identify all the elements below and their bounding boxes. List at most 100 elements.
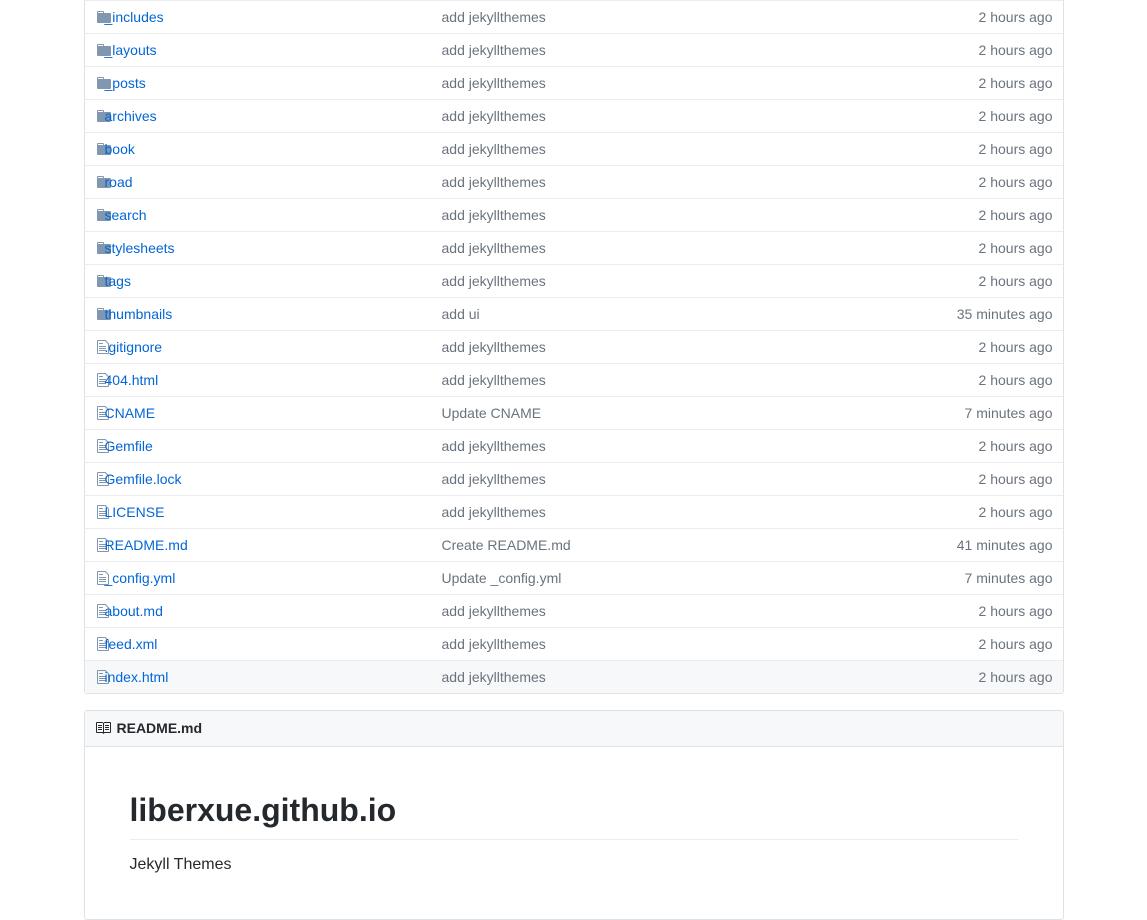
file-row: tags add jekyllthemes 2 hours ago [85,264,1063,297]
file-name-link[interactable]: search [105,207,147,223]
commit-message-link[interactable]: add jekyllthemes [442,9,546,25]
file-name-cell: stylesheets [102,234,282,262]
file-row: _config.yml Update _config.yml 7 minutes a… [85,561,1063,594]
commit-age: 2 hours ago [969,498,1063,526]
commit-message-cell: add jekyllthemes [282,333,969,361]
file-name-link[interactable]: 404.html [105,372,159,388]
file-name-cell: README.md [102,531,282,559]
file-name-cell: _config.yml [102,564,282,592]
file-name-link[interactable]: _config.yml [105,570,176,586]
commit-message-cell: add jekyllthemes [282,69,969,97]
commit-age: 2 hours ago [969,630,1063,658]
file-name-link[interactable]: README.md [105,537,188,553]
file-name-cell: about.md [102,597,282,625]
folder-icon [85,232,102,264]
file-icon [85,331,102,363]
commit-message-link[interactable]: add jekyllthemes [442,42,546,58]
file-row: README.md Create README.md 41 minutes ago [85,528,1063,561]
file-name-link[interactable]: archives [105,108,157,124]
commit-age: 7 minutes ago [955,564,1063,592]
commit-message-link[interactable]: add jekyllthemes [442,240,546,256]
commit-message-link[interactable]: add jekyllthemes [442,471,546,487]
file-name-link[interactable]: thumbnails [105,306,173,322]
file-name-link[interactable]: _posts [105,75,146,91]
commit-message-link[interactable]: add jekyllthemes [442,669,546,685]
folder-icon [85,34,102,66]
commit-message-link[interactable]: add jekyllthemes [442,372,546,388]
commit-message-link[interactable]: add jekyllthemes [442,603,546,619]
commit-message-link[interactable]: add ui [442,306,480,322]
file-name-link[interactable]: index.html [105,669,169,685]
commit-message-link[interactable]: add jekyllthemes [442,141,546,157]
commit-age: 2 hours ago [969,267,1063,295]
file-icon [85,430,102,462]
commit-message-link[interactable]: add jekyllthemes [442,174,546,190]
file-icon [85,595,102,627]
commit-message-link[interactable]: add jekyllthemes [442,504,546,520]
commit-message-link[interactable]: add jekyllthemes [442,207,546,223]
file-name-link[interactable]: _includes [105,9,164,25]
file-name-link[interactable]: stylesheets [105,240,175,256]
file-name-link[interactable]: CNAME [105,405,156,421]
commit-message-link[interactable]: Update _config.yml [442,570,562,586]
commit-message-link[interactable]: add jekyllthemes [442,273,546,289]
commit-message-cell: add jekyllthemes [282,36,969,64]
file-row: LICENSE add jekyllthemes 2 hours ago [85,495,1063,528]
readme-filename: README.md [117,720,203,736]
file-icon [85,529,102,561]
commit-age: 41 minutes ago [947,531,1063,559]
file-name-cell: feed.xml [102,630,282,658]
file-name-link[interactable]: Gemfile [105,438,153,454]
file-name-link[interactable]: tags [105,273,131,289]
readme-title: liberxue.github.io [130,792,1018,840]
commit-message-cell: add jekyllthemes [282,168,969,196]
commit-age: 2 hours ago [969,36,1063,64]
file-name-cell: Gemfile.lock [102,465,282,493]
commit-message-cell: Update _config.yml [282,564,955,592]
commit-message-link[interactable]: Update CNAME [442,405,542,421]
file-row: .gitignore add jekyllthemes 2 hours ago [85,330,1063,363]
commit-age: 35 minutes ago [947,300,1063,328]
file-name-cell: book [102,135,282,163]
file-row: _layouts add jekyllthemes 2 hours ago [85,33,1063,66]
commit-age: 2 hours ago [969,168,1063,196]
commit-message-cell: Create README.md [282,531,947,559]
readme-header: README.md [85,711,1063,747]
file-name-cell: archives [102,102,282,130]
file-name-link[interactable]: _layouts [105,42,157,58]
file-icon [85,661,102,693]
commit-message-link[interactable]: add jekyllthemes [442,75,546,91]
commit-message-link[interactable]: add jekyllthemes [442,339,546,355]
commit-age: 2 hours ago [969,333,1063,361]
commit-message-link[interactable]: Create README.md [442,537,571,553]
commit-message-link[interactable]: add jekyllthemes [442,438,546,454]
commit-age: 7 minutes ago [955,399,1063,427]
commit-message-link[interactable]: add jekyllthemes [442,636,546,652]
commit-message-cell: add jekyllthemes [282,201,969,229]
file-name-link[interactable]: road [105,174,133,190]
file-name-link[interactable]: about.md [105,603,163,619]
folder-icon [85,133,102,165]
file-row: archivesadd jekyllthemes2 hours ago [85,99,1063,132]
file-name-link[interactable]: Gemfile.lock [105,471,182,487]
file-name-link[interactable]: LICENSE [105,504,165,520]
readme-subtitle: Jekyll Themes [130,856,1018,874]
file-name-link[interactable]: book [105,141,135,157]
folder-icon [85,199,102,231]
commit-age: 2 hours ago [969,69,1063,97]
commit-message-cell: add jekyllthemes [282,630,969,658]
file-name-cell: _layouts [102,36,282,64]
readme-body: liberxue.github.io Jekyll Themes [85,747,1063,919]
commit-message-cell: add jekyllthemes [282,366,969,394]
commit-message-cell: Update CNAME [282,399,955,427]
file-row: Gemfileadd jekyllthemes2 hours ago [85,429,1063,462]
file-row: _posts add jekyllthemes 2 hours ago [85,66,1063,99]
file-listing: _includesadd jekyllthemes2 hours ago_lay… [84,0,1064,694]
file-name-link[interactable]: feed.xml [105,636,158,652]
commit-message-link[interactable]: add jekyllthemes [442,108,546,124]
commit-age: 2 hours ago [969,135,1063,163]
folder-icon [85,67,102,99]
file-name-cell: index.html [102,663,282,691]
file-name-link[interactable]: .gitignore [105,339,163,355]
commit-message-cell: add jekyllthemes [282,234,969,262]
